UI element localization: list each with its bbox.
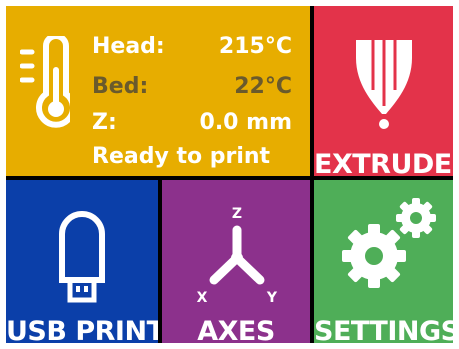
axes-icon: Z X Y [197,206,278,306]
z-position-label: Z: [92,110,117,135]
printer-screen: Head: 215°C Bed: 22°C Z: 0.0 mm Ready to… [6,6,453,343]
z-position-value: 0.0 mm [199,110,292,135]
axis-z-label: Z [232,206,242,222]
usb-print-label: USB PRINT [6,316,158,343]
nozzle-icon [356,40,412,129]
bed-temp-value: 22°C [234,74,292,99]
usb-drive-icon [59,211,105,303]
status-panel: Head: 215°C Bed: 22°C Z: 0.0 mm Ready to… [6,6,310,176]
settings-button[interactable]: SETTINGS [314,180,453,343]
axis-x-label: X [197,290,208,306]
status-message: Ready to print [92,144,271,169]
thermometer-icon [20,36,70,128]
head-temp-label: Head: [92,34,165,59]
settings-label: SETTINGS [314,316,453,343]
axes-label: AXES [197,316,275,343]
head-temp-value: 215°C [218,34,292,59]
extruder-label: EXTRUDER [314,149,453,176]
extruder-button[interactable]: EXTRUDER [314,6,453,176]
axes-button[interactable]: Z X Y AXES [162,180,310,343]
bed-temp-label: Bed: [92,74,149,99]
gears-icon [342,198,436,288]
usb-print-button[interactable]: USB PRINT [6,180,158,343]
axis-y-label: Y [266,290,278,306]
